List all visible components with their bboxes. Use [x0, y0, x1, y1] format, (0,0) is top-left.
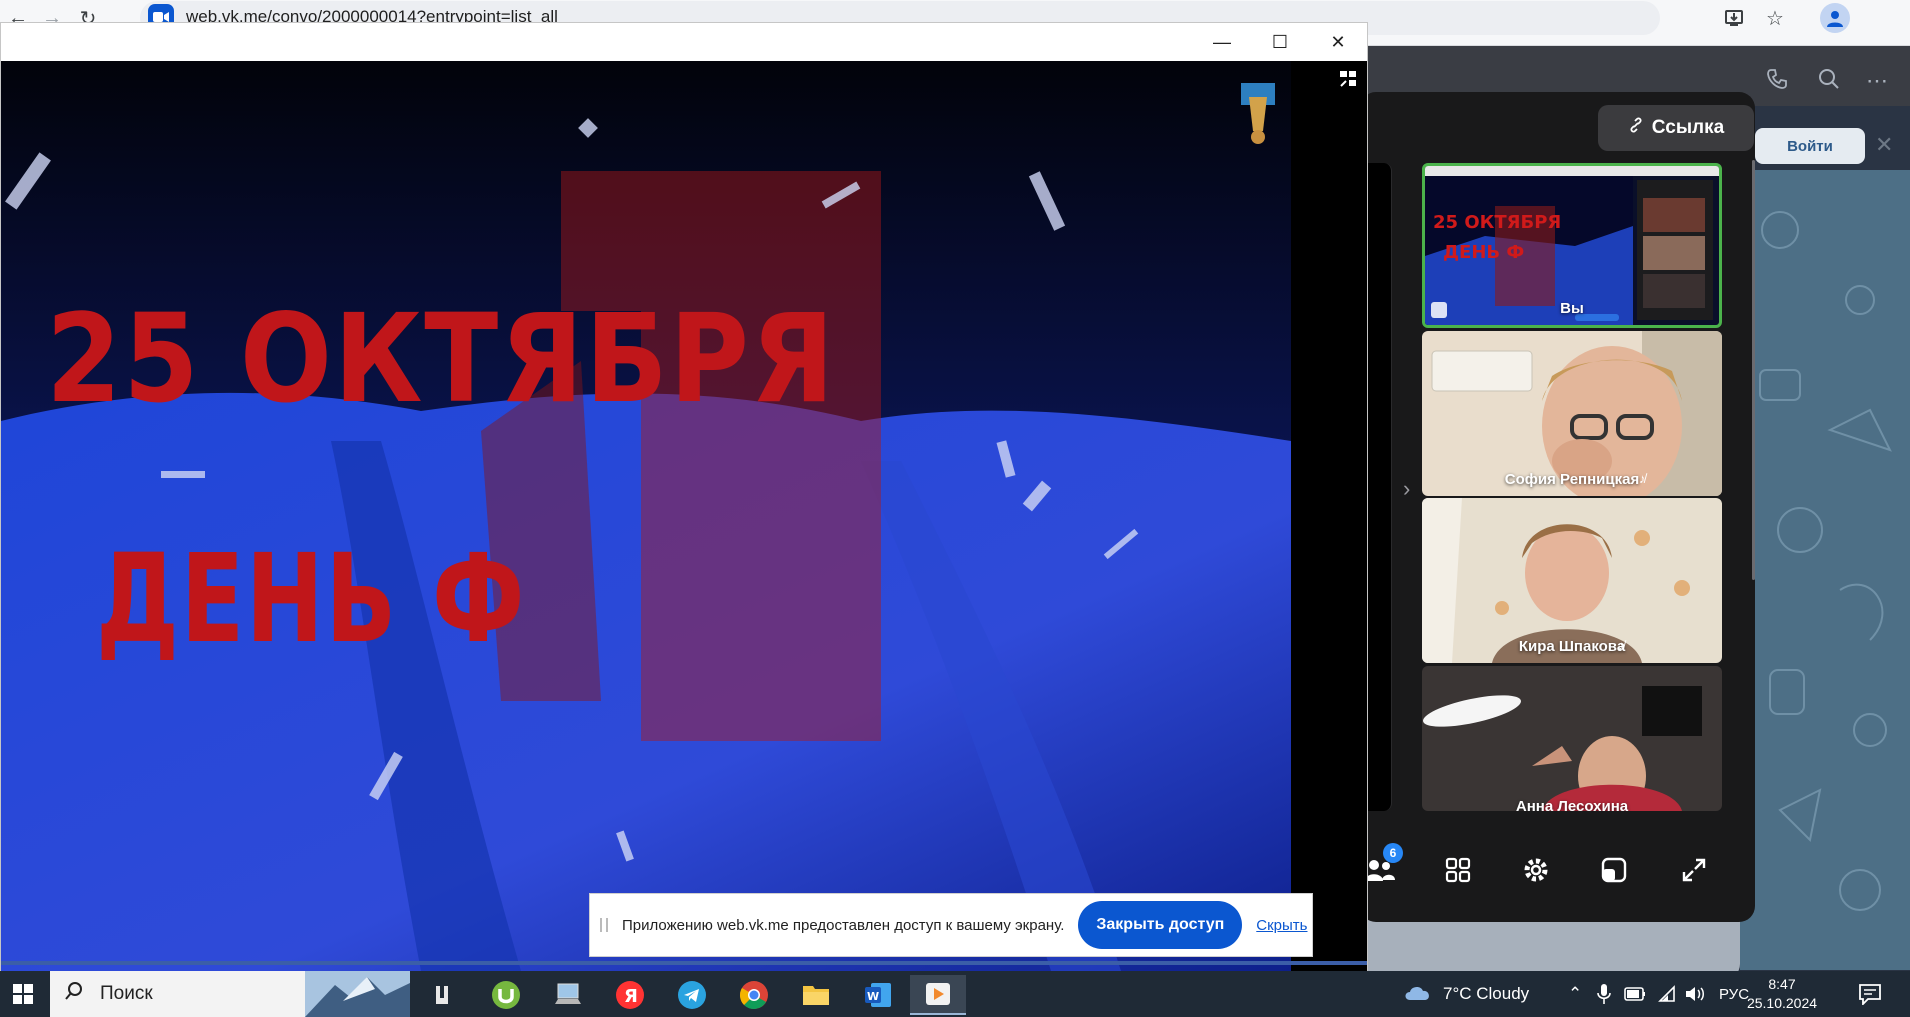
login-button[interactable]: Войти — [1755, 128, 1865, 164]
participant-name: Кира Шпакова — [1518, 638, 1626, 655]
minimize-icon[interactable]: — — [1199, 29, 1245, 55]
taskbar-file-explorer-icon[interactable] — [788, 975, 844, 1015]
taskbar-app-tool-icon[interactable] — [416, 975, 472, 1015]
search-label: Поиск — [100, 983, 153, 1004]
close-window-icon[interactable]: ✕ — [1315, 29, 1361, 55]
participants-scrollbar[interactable] — [1752, 160, 1755, 580]
participant-tile[interactable]: Анна Лесохина — [1422, 666, 1722, 811]
taskbar-word-icon[interactable]: W — [850, 975, 906, 1015]
collapse-pip-icon[interactable] — [1339, 70, 1359, 90]
cloud-icon — [1403, 982, 1433, 1007]
chevron-right-icon[interactable]: › — [1403, 476, 1410, 502]
more-icon[interactable]: ⋯ — [1866, 68, 1888, 94]
shared-video-window: — ☐ ✕ 25 ОКТЯБРЯ ДЕНЬ Ф — [0, 22, 1368, 971]
clock-time: 8:47 — [1768, 976, 1796, 992]
wifi-icon[interactable] — [1656, 971, 1676, 1017]
install-app-icon[interactable] — [1719, 3, 1749, 33]
weather-text: 7°C Cloudy — [1443, 984, 1530, 1003]
video-title-line1: 25 ОКТЯБРЯ — [46, 288, 836, 430]
thumbnail-title-line2: ДЕНЬ Ф — [1443, 242, 1524, 263]
show-hidden-icons-icon[interactable]: ⌃ — [1568, 971, 1582, 1017]
video-frame[interactable]: 25 ОКТЯБРЯ ДЕНЬ Ф — [1, 61, 1367, 971]
svg-text:W: W — [867, 990, 879, 1003]
hide-link[interactable]: Скрыть — [1256, 917, 1307, 934]
share-message: Приложению web.vk.me предоставлен доступ… — [622, 916, 1065, 934]
call-link-label: Ссылка — [1651, 117, 1725, 138]
link-icon — [1628, 117, 1644, 139]
screen: ← → ↻ web.vk.me/convo/2000000014?entrypo… — [0, 0, 1910, 1017]
weather-widget[interactable]: 7°C Cloudy — [1403, 971, 1529, 1017]
participant-tile-self[interactable]: 25 ОКТЯБРЯ ДЕНЬ Ф Вы — [1422, 163, 1722, 328]
close-banner-icon[interactable]: ✕ — [1875, 132, 1893, 158]
taskbar-search[interactable]: Поиск — [50, 971, 410, 1017]
maximize-icon[interactable]: ☐ — [1257, 29, 1303, 55]
taskbar-yandex-browser-icon[interactable]: Я — [602, 975, 658, 1015]
settings-gear-icon[interactable] — [1516, 850, 1556, 890]
grid-layout-icon[interactable] — [1438, 850, 1478, 890]
participants-count-badge: 6 — [1383, 843, 1403, 863]
volume-icon[interactable] — [1684, 971, 1706, 1017]
participant-tile[interactable]: Кира Шпакова ♪̸ — [1422, 498, 1722, 663]
profile-avatar-icon[interactable] — [1820, 3, 1850, 33]
battery-icon[interactable] — [1624, 971, 1646, 1017]
taskbar-telegram-icon[interactable] — [664, 975, 720, 1015]
mic-muted-icon: ♪̸ — [1618, 638, 1625, 653]
video-progress-bar[interactable] — [1, 961, 1367, 965]
call-link-button[interactable]: Ссылка — [1598, 105, 1754, 151]
taskbar-media-player-icon[interactable] — [910, 975, 966, 1015]
screen-share-notification: Приложению web.vk.me предоставлен доступ… — [589, 893, 1313, 957]
phone-icon[interactable] — [1766, 68, 1788, 96]
bookmark-star-icon[interactable]: ☆ — [1760, 3, 1790, 33]
taskbar-computer-icon[interactable] — [540, 975, 596, 1015]
windows-start-icon[interactable] — [8, 979, 38, 1009]
microphone-icon[interactable] — [1597, 971, 1611, 1017]
search-highlight-image — [305, 971, 410, 1017]
taskbar-utorrent-icon[interactable] — [478, 975, 534, 1015]
clock[interactable]: 8:47 25.10.2024 — [1737, 975, 1827, 1013]
video-title-line2: ДЕНЬ Ф — [96, 528, 526, 670]
notifications-icon[interactable] — [1858, 971, 1882, 1017]
participant-name: Анна Лесохина — [1515, 798, 1629, 811]
svg-text:Я: Я — [624, 986, 638, 1007]
taskbar-chrome-icon[interactable] — [726, 975, 782, 1015]
clock-date: 25.10.2024 — [1746, 995, 1818, 1011]
search-icon — [64, 981, 84, 1007]
picture-in-picture-icon[interactable] — [1594, 850, 1634, 890]
drag-handle[interactable] — [600, 918, 608, 932]
mic-muted-icon: ♪̸ — [1639, 471, 1646, 486]
thumbnail-title-line1: 25 ОКТЯБРЯ — [1433, 212, 1561, 233]
stop-sharing-button[interactable]: Закрыть доступ — [1078, 901, 1243, 949]
taskbar: Поиск Я W 7°C Cloudy ⌃ РУС 8:47 25.10.20… — [0, 971, 1910, 1017]
fullscreen-icon[interactable] — [1674, 850, 1714, 890]
participant-name: София Репницкая — [1504, 471, 1640, 488]
participant-tile[interactable]: София Репницкая ♪̸ — [1422, 331, 1722, 496]
search-icon[interactable] — [1818, 68, 1840, 96]
chat-wallpaper — [1740, 170, 1910, 970]
window-titlebar: — ☐ ✕ — [1, 23, 1367, 61]
participant-name-self: Вы — [1560, 300, 1584, 317]
